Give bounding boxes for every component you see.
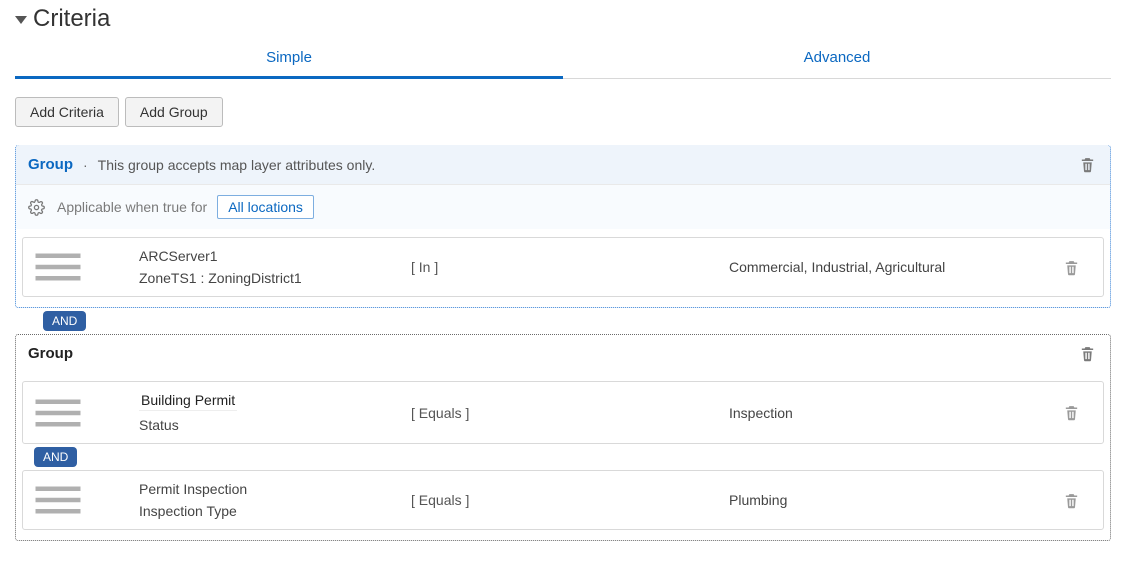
drag-icon xyxy=(31,482,85,518)
collapse-toggle-icon[interactable] xyxy=(15,16,27,24)
criteria-header: Criteria xyxy=(15,5,1111,33)
trash-icon xyxy=(1079,155,1096,174)
drag-handle[interactable] xyxy=(31,482,85,518)
group-header: Group · This group accepts map layer att… xyxy=(16,145,1110,184)
criteria-value[interactable]: Plumbing xyxy=(729,492,1039,508)
applicable-row: Applicable when true for All locations xyxy=(16,184,1110,229)
field-column: ARCServer1 ZoneTS1 : ZoningDistrict1 xyxy=(93,248,403,286)
drag-handle[interactable] xyxy=(31,249,85,285)
logic-operator-toggle[interactable]: AND xyxy=(34,447,77,467)
field-source: Building Permit xyxy=(139,392,403,411)
group-header: Group xyxy=(16,334,1110,373)
field-name: ZoneTS1 : ZoningDistrict1 xyxy=(139,270,403,286)
trash-icon xyxy=(1063,403,1080,422)
gear-icon[interactable] xyxy=(26,197,47,218)
criteria-value[interactable]: Commercial, Industrial, Agricultural xyxy=(729,259,1039,275)
toolbar: Add Criteria Add Group xyxy=(15,97,1111,127)
tab-simple[interactable]: Simple xyxy=(15,39,563,79)
criteria-row[interactable]: ARCServer1 ZoneTS1 : ZoningDistrict1 [ I… xyxy=(22,237,1104,297)
criteria-group-1[interactable]: Group · This group accepts map layer att… xyxy=(15,145,1111,308)
logic-operator-toggle[interactable]: AND xyxy=(43,311,86,331)
criteria-row[interactable]: Permit Inspection Inspection Type [ Equa… xyxy=(22,470,1104,530)
delete-criteria-button[interactable] xyxy=(1061,401,1082,424)
applicable-location-select[interactable]: All locations xyxy=(217,195,314,219)
add-group-button[interactable]: Add Group xyxy=(125,97,223,127)
rule-connector: AND xyxy=(34,444,1104,470)
tabs-bar: Simple Advanced xyxy=(15,39,1111,79)
operator[interactable]: [ In ] xyxy=(411,259,721,275)
delete-criteria-button[interactable] xyxy=(1061,256,1082,279)
record-type-label: Building Permit xyxy=(139,392,237,411)
tab-advanced[interactable]: Advanced xyxy=(563,39,1111,79)
operator[interactable]: [ Equals ] xyxy=(411,492,721,508)
field-column: Permit Inspection Inspection Type xyxy=(93,481,403,519)
field-source: ARCServer1 xyxy=(139,248,403,264)
drag-icon xyxy=(31,249,85,285)
row-actions xyxy=(1047,401,1095,424)
field-name: Inspection Type xyxy=(139,503,403,519)
trash-icon xyxy=(1063,258,1080,277)
group-label[interactable]: Group xyxy=(28,345,73,362)
criteria-value[interactable]: Inspection xyxy=(729,405,1039,421)
separator-dot-icon: · xyxy=(83,157,88,173)
field-source: Permit Inspection xyxy=(139,481,403,497)
delete-group-button[interactable] xyxy=(1077,342,1098,365)
drag-icon xyxy=(31,395,85,431)
gear-icon-svg xyxy=(28,199,45,216)
group-label[interactable]: Group xyxy=(28,156,73,173)
row-actions xyxy=(1047,256,1095,279)
row-actions xyxy=(1047,489,1095,512)
trash-icon xyxy=(1079,344,1096,363)
field-name: Status xyxy=(139,417,403,433)
operator[interactable]: [ Equals ] xyxy=(411,405,721,421)
page-title: Criteria xyxy=(33,5,110,33)
criteria-group-2[interactable]: Group Building Permit Status [ Equals ] … xyxy=(15,334,1111,541)
delete-group-button[interactable] xyxy=(1077,153,1098,176)
criteria-row[interactable]: Building Permit Status [ Equals ] Inspec… xyxy=(22,381,1104,444)
group-description: This group accepts map layer attributes … xyxy=(98,157,376,173)
delete-criteria-button[interactable] xyxy=(1061,489,1082,512)
group-connector: AND xyxy=(43,308,1111,334)
add-criteria-button[interactable]: Add Criteria xyxy=(15,97,119,127)
trash-icon xyxy=(1063,491,1080,510)
field-column: Building Permit Status xyxy=(93,392,403,433)
drag-handle[interactable] xyxy=(31,395,85,431)
applicable-label: Applicable when true for xyxy=(57,199,207,215)
